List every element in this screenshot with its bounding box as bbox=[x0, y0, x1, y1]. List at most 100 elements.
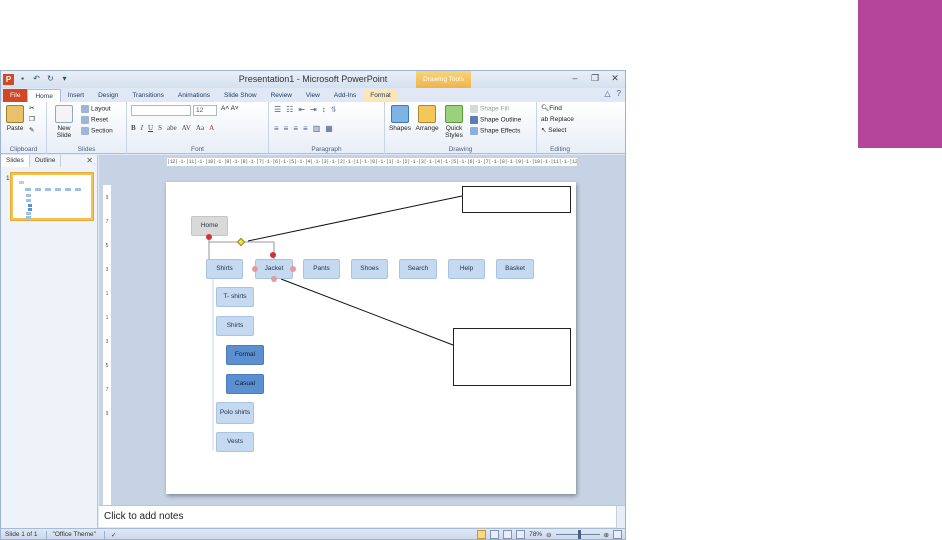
shapes-button[interactable]: Shapes bbox=[388, 105, 412, 132]
tab-file[interactable]: File bbox=[3, 89, 28, 102]
change-case-icon[interactable]: Aa bbox=[196, 124, 204, 132]
select-button[interactable]: ↖ Select bbox=[541, 127, 566, 134]
node-top-help[interactable]: Help bbox=[448, 259, 485, 279]
underline-icon[interactable]: U bbox=[148, 124, 153, 132]
line-spacing-icon[interactable]: ↕ bbox=[322, 105, 326, 115]
theme-indicator[interactable]: "Office Theme" bbox=[45, 531, 96, 539]
shape-effects-button[interactable]: Shape Effects bbox=[470, 127, 520, 135]
bold-icon[interactable]: B bbox=[131, 124, 136, 132]
group-clipboard: Paste ✂ ❐ ✎ Clipboard bbox=[1, 102, 47, 154]
smartart-icon[interactable]: ▦ bbox=[325, 124, 333, 133]
help-icon[interactable]: ? bbox=[617, 89, 621, 98]
node-sub-vests[interactable]: Vests bbox=[216, 432, 254, 452]
find-button[interactable]: 🔍︎Find bbox=[541, 105, 562, 112]
notes-pane[interactable]: Click to add notes bbox=[99, 505, 625, 528]
selection-left-handle[interactable] bbox=[252, 266, 258, 272]
node-home[interactable]: Home bbox=[191, 216, 228, 236]
close-pane-icon[interactable]: ✕ bbox=[86, 156, 93, 165]
callout-box-top[interactable] bbox=[462, 186, 571, 213]
tab-add-ins[interactable]: Add-Ins bbox=[327, 89, 363, 102]
notes-scrollbar[interactable] bbox=[616, 506, 625, 528]
callout-box-bottom[interactable] bbox=[453, 328, 571, 386]
zoom-out-icon[interactable]: ⊖ bbox=[546, 531, 551, 539]
node-sub-shirts[interactable]: Shirts bbox=[216, 316, 254, 336]
node-top-basket[interactable]: Basket bbox=[496, 259, 534, 279]
node-sub-t-shirts[interactable]: T- shirts bbox=[216, 287, 254, 307]
spellcheck-icon[interactable]: ✓ bbox=[103, 531, 116, 539]
font-size-field[interactable]: 12 bbox=[193, 105, 217, 116]
tab-home[interactable]: Home bbox=[27, 89, 61, 102]
tab-format[interactable]: Format bbox=[363, 89, 398, 102]
shape-outline-button[interactable]: Shape Outline bbox=[470, 116, 521, 124]
selection-top-handle[interactable] bbox=[270, 252, 276, 258]
tab-view[interactable]: View bbox=[299, 89, 327, 102]
columns-icon[interactable]: ▥ bbox=[313, 124, 321, 133]
tab-slide-show[interactable]: Slide Show bbox=[217, 89, 264, 102]
replace-button[interactable]: ab Replace bbox=[541, 116, 574, 123]
font-name-field[interactable] bbox=[131, 105, 191, 116]
shadow-icon[interactable]: abe bbox=[167, 124, 177, 132]
node-sub-polo-shirts[interactable]: Polo shirts bbox=[216, 402, 254, 424]
new-slide-button[interactable]: New Slide bbox=[51, 105, 77, 139]
tab-design[interactable]: Design bbox=[91, 89, 125, 102]
font-color-icon[interactable]: A bbox=[209, 124, 214, 132]
section-button[interactable]: Section bbox=[81, 127, 113, 135]
slide-canvas[interactable]: Home Shirts Jacket Pants Shoes Search He… bbox=[166, 182, 576, 494]
quick-styles-button[interactable]: Quick Styles bbox=[442, 105, 466, 139]
node-sub-casual[interactable]: Casual bbox=[226, 374, 264, 394]
minimize-icon[interactable]: – bbox=[569, 73, 581, 84]
tab-outline-pane[interactable]: Outline bbox=[30, 155, 62, 167]
format-painter-icon[interactable]: ✎ bbox=[29, 127, 34, 134]
paste-button[interactable]: Paste bbox=[4, 105, 26, 132]
copy-icon[interactable]: ❐ bbox=[29, 116, 35, 123]
connector-adjust-handle[interactable] bbox=[236, 237, 246, 247]
arrange-button[interactable]: Arrange bbox=[414, 105, 440, 132]
find-label: Find bbox=[549, 105, 562, 112]
increase-indent-icon[interactable]: ⇥ bbox=[310, 105, 317, 115]
char-spacing-icon[interactable]: AV bbox=[182, 124, 191, 132]
slideshow-view-icon[interactable] bbox=[516, 530, 526, 539]
node-top-shirts[interactable]: Shirts bbox=[206, 259, 243, 279]
node-sub-formal[interactable]: Formal bbox=[226, 345, 264, 365]
zoom-slider-thumb[interactable] bbox=[577, 530, 581, 539]
justify-icon[interactable]: ≡ bbox=[303, 124, 308, 133]
align-center-icon[interactable]: ≡ bbox=[284, 124, 289, 133]
slide-sorter-view-icon[interactable] bbox=[490, 530, 500, 539]
italic-icon[interactable]: I bbox=[141, 124, 143, 132]
tab-insert[interactable]: Insert bbox=[61, 89, 91, 102]
slide-thumbnail[interactable] bbox=[11, 173, 93, 220]
notes-placeholder: Click to add notes bbox=[104, 511, 184, 522]
grow-font-icon[interactable]: A˄ A˅ bbox=[221, 105, 239, 112]
decrease-indent-icon[interactable]: ⇤ bbox=[298, 105, 305, 115]
zoom-in-icon[interactable]: ⊕ bbox=[604, 531, 609, 539]
close-icon[interactable]: ✕ bbox=[609, 73, 621, 84]
tab-animations[interactable]: Animations bbox=[171, 89, 217, 102]
node-top-search[interactable]: Search bbox=[399, 259, 437, 279]
align-right-icon[interactable]: ≡ bbox=[293, 124, 298, 133]
cut-icon[interactable]: ✂ bbox=[29, 105, 34, 112]
reset-button[interactable]: Reset bbox=[81, 116, 108, 124]
zoom-level[interactable]: 78% bbox=[529, 531, 542, 538]
fit-slide-icon[interactable] bbox=[613, 530, 622, 539]
selection-bottom-handle[interactable] bbox=[271, 276, 277, 282]
tab-transitions[interactable]: Transitions bbox=[125, 89, 171, 102]
tab-slides-pane[interactable]: Slides bbox=[1, 155, 30, 167]
reading-view-icon[interactable] bbox=[503, 530, 513, 539]
minimize-ribbon-icon[interactable]: △ bbox=[604, 89, 610, 98]
connector-start-handle[interactable] bbox=[206, 234, 212, 240]
bullets-icon[interactable]: ☰ bbox=[274, 105, 281, 115]
restore-icon[interactable]: ❐ bbox=[589, 73, 601, 84]
tab-review[interactable]: Review bbox=[264, 89, 299, 102]
layout-button[interactable]: Layout bbox=[81, 105, 111, 113]
zoom-slider[interactable] bbox=[555, 530, 600, 539]
shape-fill-button[interactable]: Shape Fill bbox=[470, 105, 509, 113]
normal-view-icon[interactable] bbox=[477, 530, 487, 539]
ribbon-tabs: File Home Insert Design Transitions Anim… bbox=[1, 88, 625, 102]
align-left-icon[interactable]: ≡ bbox=[274, 124, 279, 133]
node-top-shoes[interactable]: Shoes bbox=[351, 259, 388, 279]
strikethrough-icon[interactable]: S bbox=[158, 124, 162, 132]
text-direction-icon[interactable]: ⥮ bbox=[331, 105, 337, 115]
selection-right-handle[interactable] bbox=[290, 266, 296, 272]
numbering-icon[interactable]: ☷ bbox=[286, 105, 293, 115]
node-top-pants[interactable]: Pants bbox=[303, 259, 340, 279]
